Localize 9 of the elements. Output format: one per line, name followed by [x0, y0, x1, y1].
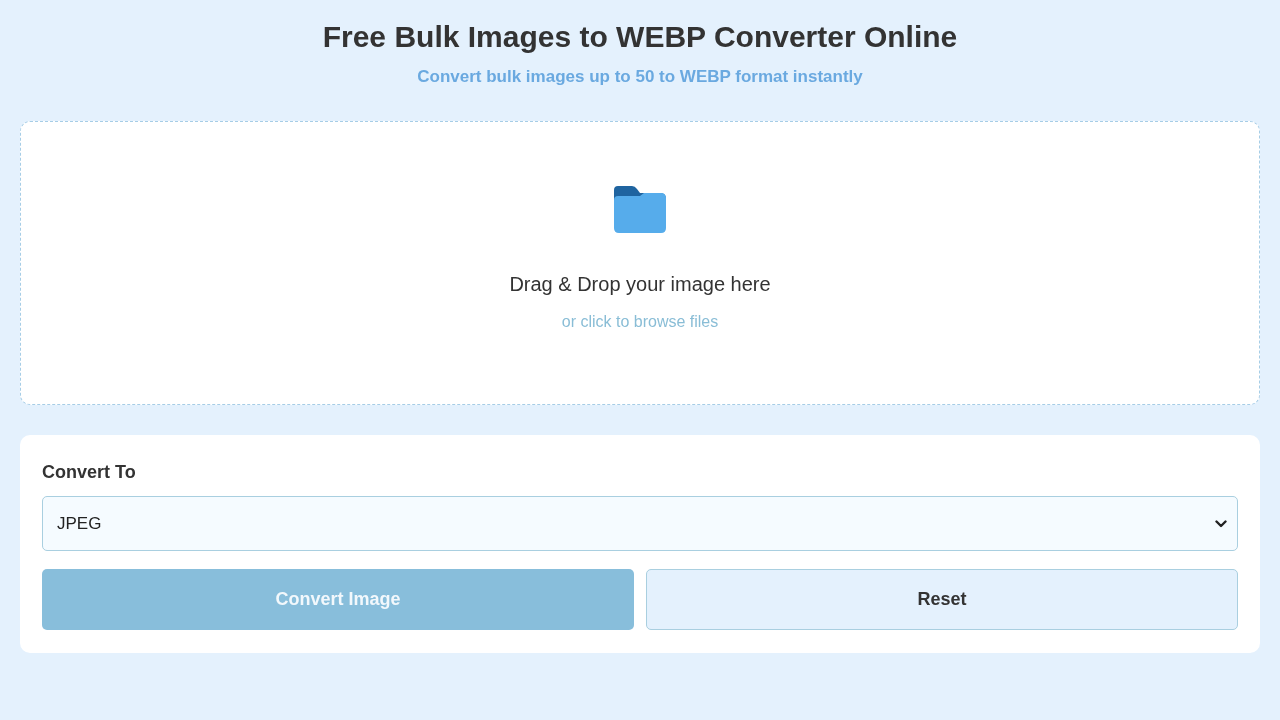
- page-title: Free Bulk Images to WEBP Converter Online: [321, 19, 959, 55]
- page-subtitle: Convert bulk images up to 50 to WEBP format instantly: [416, 66, 864, 88]
- convert-to-label: Convert To: [42, 461, 137, 483]
- folder-icon: [614, 186, 666, 233]
- reset-button[interactable]: Reset: [646, 569, 1238, 630]
- drop-zone[interactable]: Drag & Drop your image here or click to browse files: [20, 121, 1260, 405]
- drop-prompt: Drag & Drop your image here: [509, 272, 771, 297]
- chevron-down-icon: [1215, 519, 1227, 528]
- format-select[interactable]: JPEG: [42, 496, 1238, 551]
